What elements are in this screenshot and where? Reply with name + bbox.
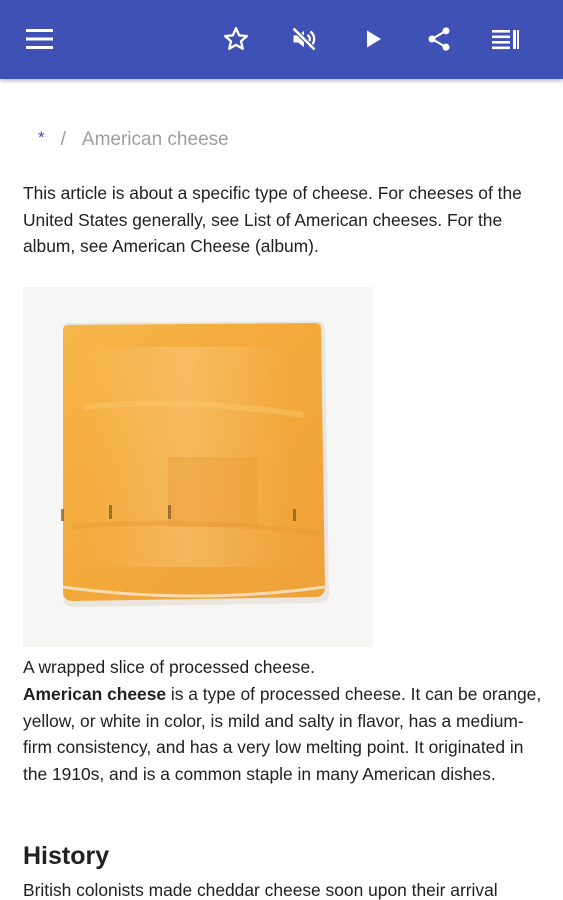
- breadcrumb-current: American cheese: [81, 129, 229, 150]
- breadcrumb-separator: /: [60, 129, 66, 150]
- lead-term: American cheese: [23, 684, 167, 704]
- hatnote: This article is about a specific type of…: [23, 183, 522, 257]
- menu-icon: [26, 29, 53, 49]
- lead-paragraph: American cheese is a type of processed c…: [23, 681, 543, 788]
- share-icon: [428, 27, 450, 51]
- article-image[interactable]: [23, 287, 373, 647]
- star-outline-icon: [223, 27, 249, 50]
- menu-button[interactable]: [20, 19, 60, 59]
- article-content[interactable]: * / American cheese This article is abou…: [0, 79, 563, 900]
- cheese-slice-image: [23, 287, 373, 647]
- history-paragraph: British colonists made cheddar cheese so…: [23, 880, 498, 900]
- app-toolbar: [0, 0, 563, 79]
- play-icon: [367, 30, 381, 48]
- breadcrumb: * / American cheese: [38, 128, 229, 152]
- share-button[interactable]: [419, 19, 459, 59]
- table-of-contents-button[interactable]: [486, 19, 526, 59]
- section-heading-history[interactable]: History: [23, 842, 109, 871]
- play-button[interactable]: [353, 19, 393, 59]
- breadcrumb-home-link[interactable]: *: [38, 128, 45, 148]
- image-caption: A wrapped slice of processed cheese.: [23, 657, 315, 677]
- volume-off-icon: [291, 26, 317, 52]
- list-icon: [492, 30, 519, 50]
- bookmark-button[interactable]: [216, 19, 256, 59]
- mute-button[interactable]: [284, 19, 324, 59]
